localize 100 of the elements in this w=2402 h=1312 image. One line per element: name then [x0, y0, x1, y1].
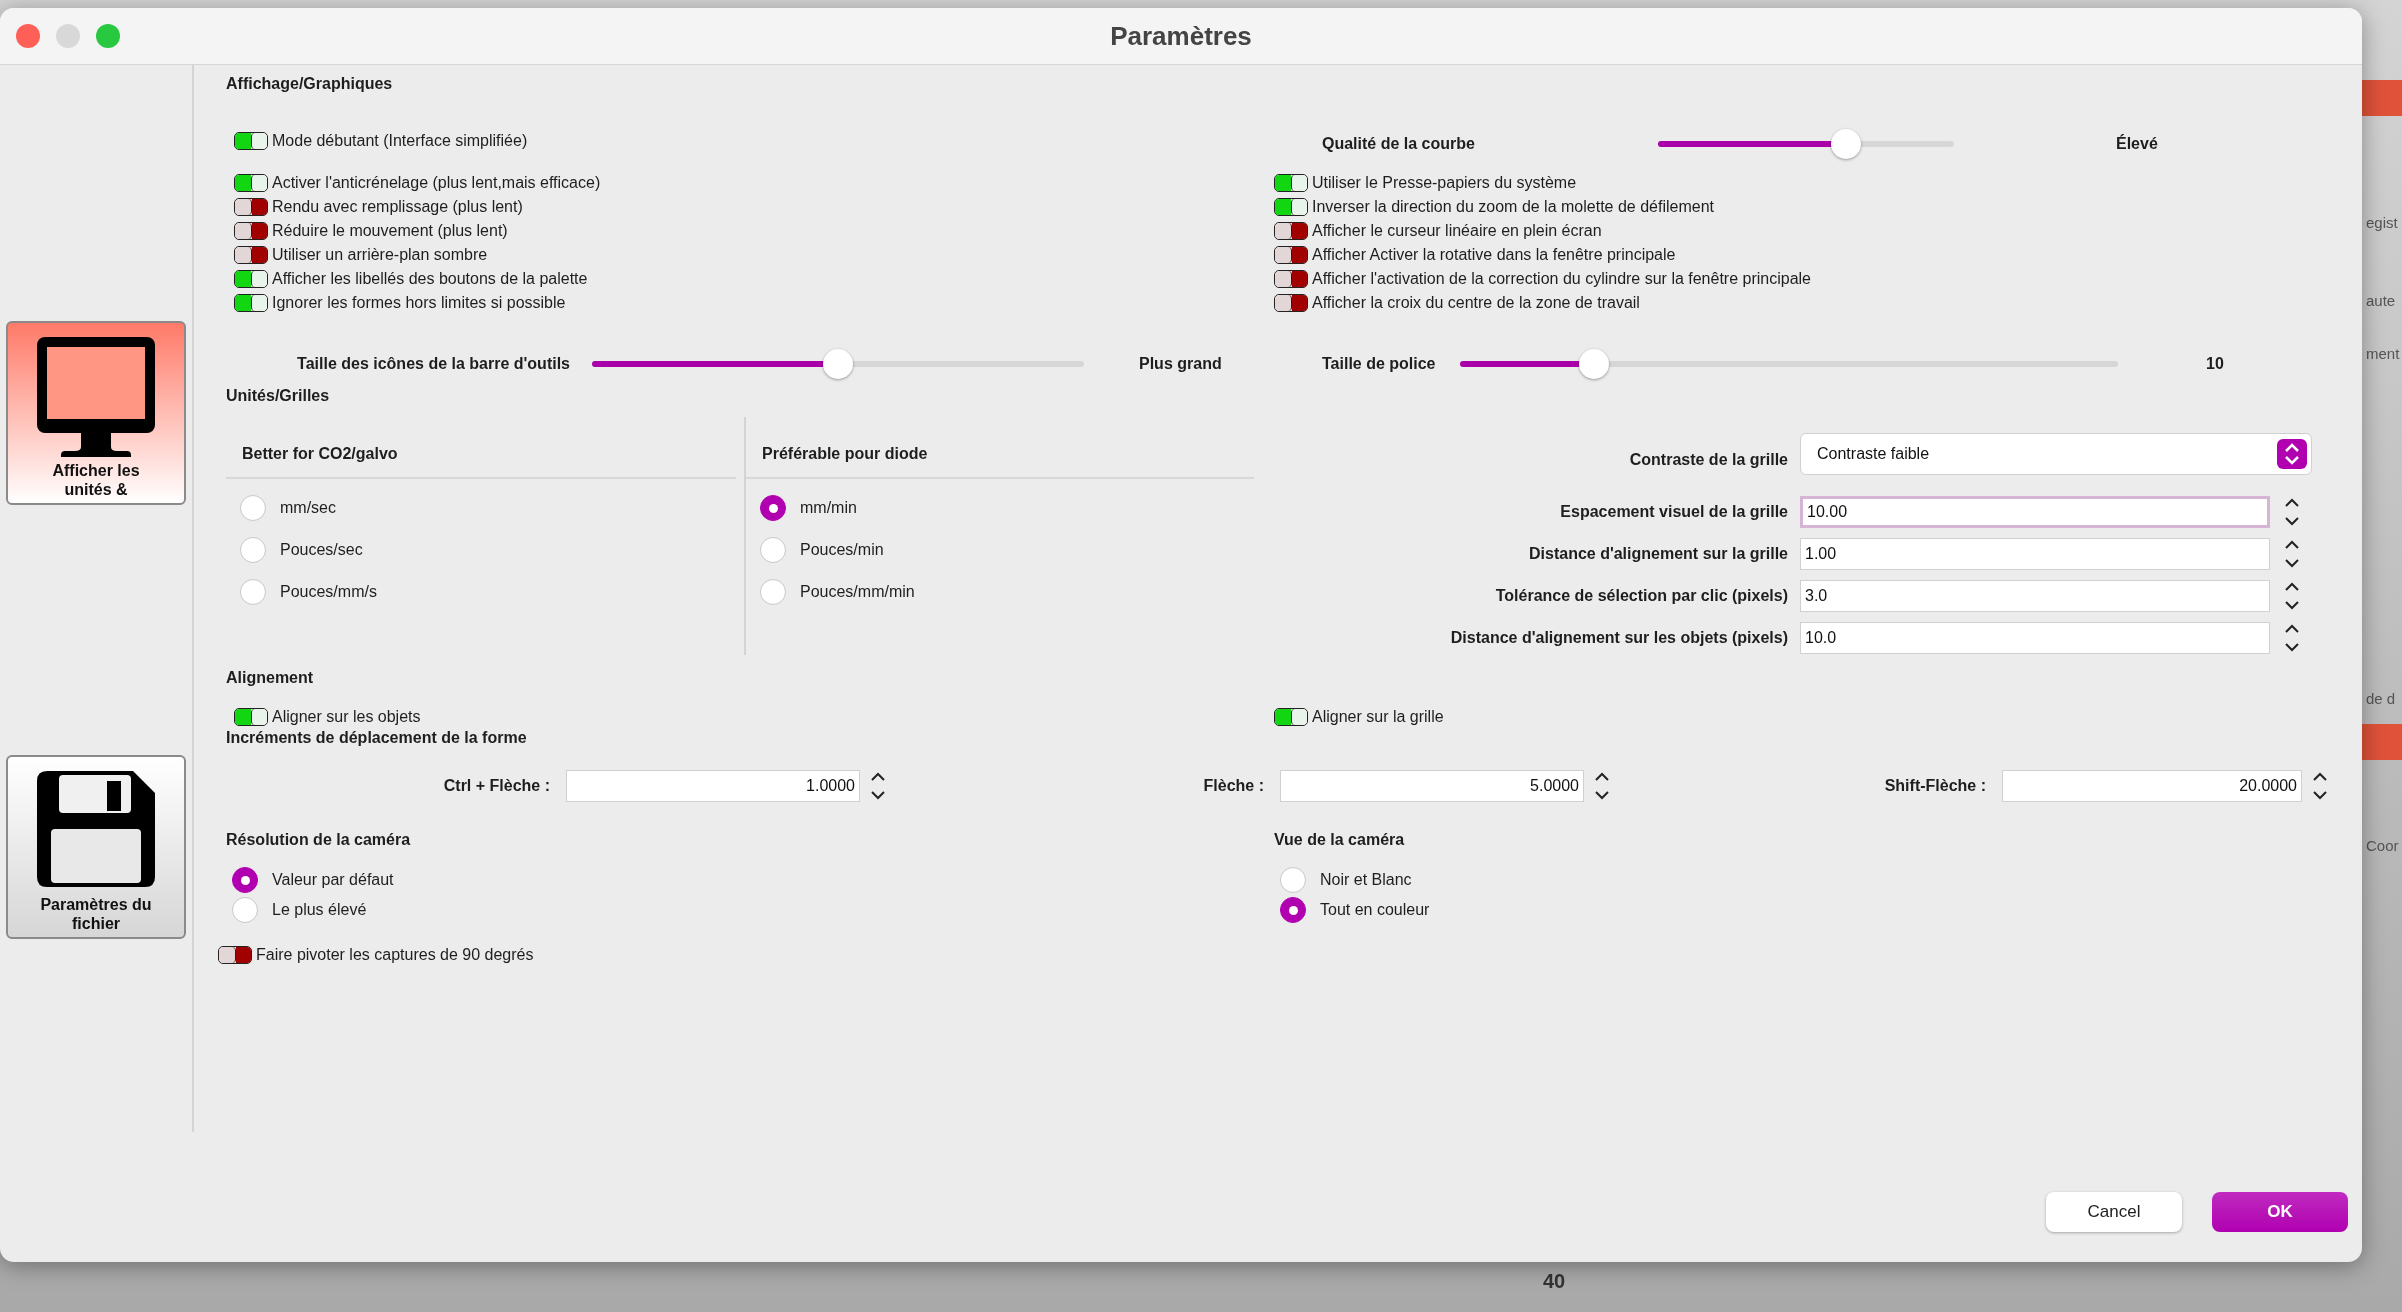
toggle-label: Activer l'anticrénelage (plus lent,mais efficace)	[272, 174, 601, 192]
number-field[interactable]: 1.0000	[566, 770, 860, 802]
toggle-switch[interactable]	[1274, 270, 1308, 288]
background-text: de d	[2366, 690, 2396, 707]
radio-label: mm/min	[800, 499, 857, 517]
radio-label: Pouces/mm/s	[280, 583, 377, 601]
radio-button[interactable]	[760, 579, 786, 605]
close-button[interactable]	[16, 24, 40, 48]
toggle-label: Ignorer les formes hors limites si possible	[272, 294, 566, 312]
background-text: aute	[2366, 292, 2396, 309]
toggle-label: Afficher la croix du centre de la zone de travail	[1312, 294, 1640, 312]
slider-value: Élevé	[2116, 135, 2158, 153]
section-title: Affichage/Graphiques	[226, 75, 394, 93]
radio-label: Valeur par défaut	[272, 871, 394, 889]
toggle-label: Rendu avec remplissage (plus lent)	[272, 198, 523, 216]
field-label: Espacement visuel de la grille	[1559, 503, 1788, 521]
toggle-switch[interactable]	[234, 294, 268, 312]
toggle-switch[interactable]	[234, 708, 268, 726]
chevron-updown-icon	[2277, 439, 2307, 469]
toggle-switch[interactable]	[1274, 174, 1308, 192]
section-title: Incréments de déplacement de la forme	[226, 729, 528, 747]
field-label: Shift-Flèche :	[1883, 777, 1987, 795]
background-bar	[2362, 724, 2402, 760]
slider-thumb[interactable]	[1579, 349, 1610, 379]
number-field[interactable]: 3.0	[1800, 580, 2270, 612]
cancel-button[interactable]: Cancel	[2046, 1192, 2182, 1232]
slider[interactable]	[1658, 129, 1954, 159]
radio-label: Tout en couleur	[1320, 901, 1430, 919]
slider-thumb[interactable]	[1830, 129, 1861, 159]
radio-label: Pouces/mm/min	[800, 583, 915, 601]
radio-label: Le plus élevé	[272, 901, 367, 919]
background-text: Coor	[2366, 837, 2399, 854]
group-title: Better for CO2/galvo	[242, 445, 398, 462]
radio-label: mm/sec	[280, 499, 336, 517]
toggle-label: Afficher l'activation de la correction du cylindre sur la fenêtre principale	[1312, 270, 1811, 288]
toggle-label: Aligner sur les objets	[272, 708, 421, 726]
section-title: Résolution de la caméra	[226, 831, 412, 849]
radio-button[interactable]	[232, 897, 258, 923]
field-label: Distance d'alignement sur la grille	[1528, 545, 1788, 563]
slider[interactable]	[592, 349, 1084, 379]
background-bar	[2362, 80, 2402, 116]
number-field[interactable]: 1.00	[1800, 538, 2270, 570]
slider-label: Qualité de la courbe	[1321, 135, 1476, 153]
slider-value: Plus grand	[1139, 355, 1222, 373]
radio-label: Pouces/min	[800, 541, 884, 559]
number-field[interactable]: 10.00	[1800, 496, 2270, 528]
toggle-label: Inverser la direction du zoom de la molette de défilement	[1312, 198, 1714, 216]
slider[interactable]	[1460, 349, 2118, 379]
contrast-dropdown[interactable]: Contraste faible	[1800, 433, 2312, 475]
toggle-switch[interactable]	[234, 246, 268, 264]
toggle-switch[interactable]	[234, 174, 268, 192]
toggle-switch[interactable]	[234, 132, 268, 150]
field-label: Tolérance de sélection par clic (pixels)	[1494, 587, 1788, 605]
radio-button[interactable]	[240, 579, 266, 605]
toggle-label: Utiliser un arrière-plan sombre	[272, 246, 488, 264]
radio-button[interactable]	[1280, 897, 1306, 923]
section-title: Vue de la caméra	[1274, 831, 1406, 849]
slider-label: Taille de police	[1321, 355, 1437, 373]
toggle-switch[interactable]	[1274, 708, 1308, 726]
toggle-label: Afficher les libellés des boutons de la palette	[272, 270, 588, 288]
number-field[interactable]: 5.0000	[1280, 770, 1584, 802]
toggle-label: Afficher le curseur linéaire en plein écran	[1312, 222, 1602, 240]
radio-label: Noir et Blanc	[1320, 871, 1412, 889]
toggle-label: Réduire le mouvement (plus lent)	[272, 222, 508, 240]
section-title: Unités/Grilles	[226, 387, 331, 405]
toggle-switch[interactable]	[234, 198, 268, 216]
background-text: ment	[2366, 345, 2400, 362]
window-title: Paramètres	[1110, 20, 1252, 51]
group-title: Préférable pour diode	[762, 445, 928, 462]
toggle-switch[interactable]	[1274, 294, 1308, 312]
field-label: Contraste de la grille	[1628, 451, 1788, 469]
radio-button[interactable]	[240, 537, 266, 563]
toggle-switch[interactable]	[1274, 222, 1308, 240]
toggle-label: Utiliser le Presse-papiers du système	[1312, 174, 1577, 192]
radio-button[interactable]	[1280, 867, 1306, 893]
toggle-label: Faire pivoter les captures de 90 degrés	[256, 946, 534, 964]
number-field[interactable]: 10.0	[1800, 622, 2270, 654]
number-field[interactable]: 20.0000	[2002, 770, 2302, 802]
toggle-label: Aligner sur la grille	[1312, 708, 1444, 726]
slider-label: Taille des icônes de la barre d'outils	[296, 355, 571, 373]
background-text: 40	[1543, 1270, 1566, 1293]
sidebar-item[interactable]: Afficher les unités &	[6, 321, 186, 505]
background-text: egist	[2366, 214, 2398, 231]
radio-button[interactable]	[232, 867, 258, 893]
toggle-switch[interactable]	[218, 946, 252, 964]
sidebar-item[interactable]: Paramètres du fichier	[6, 755, 186, 939]
toggle-switch[interactable]	[234, 270, 268, 288]
field-label: Distance d'alignement sur les objets (pixels)	[1449, 629, 1788, 647]
ok-button[interactable]: OK	[2212, 1192, 2348, 1232]
toggle-switch[interactable]	[234, 222, 268, 240]
toggle-switch[interactable]	[1274, 198, 1308, 216]
radio-button[interactable]	[240, 495, 266, 521]
radio-button[interactable]	[760, 495, 786, 521]
radio-button[interactable]	[760, 537, 786, 563]
toggle-label: Afficher Activer la rotative dans la fenêtre principale	[1312, 246, 1676, 264]
radio-label: Pouces/sec	[280, 541, 363, 559]
slider-thumb[interactable]	[823, 349, 853, 379]
slider-value: 10	[2206, 355, 2224, 373]
field-label: Flèche :	[1202, 777, 1265, 795]
toggle-switch[interactable]	[1274, 246, 1308, 264]
